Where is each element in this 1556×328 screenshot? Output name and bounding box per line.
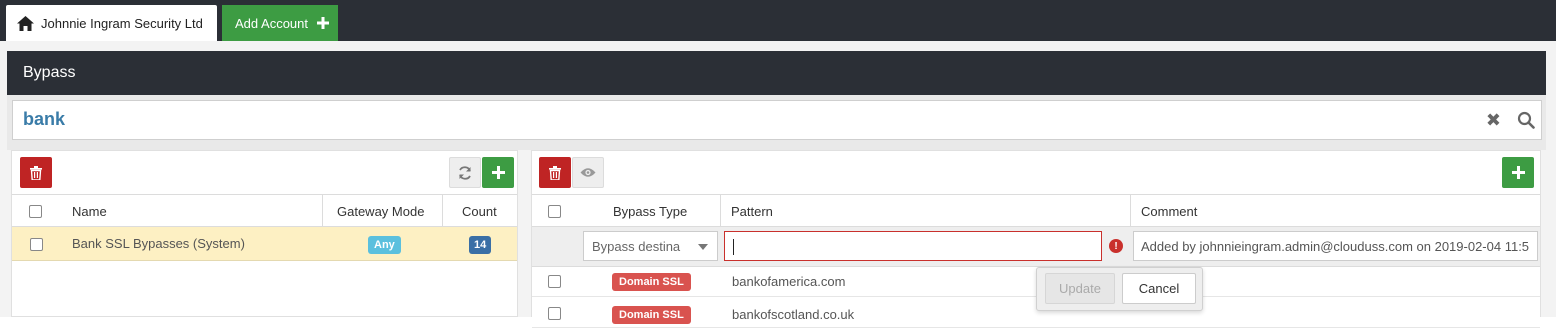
home-icon bbox=[17, 15, 34, 31]
comment-value: Added by johnnieingram.admin@clouduss.co… bbox=[1141, 239, 1530, 254]
edit-popover: Update Cancel bbox=[1036, 267, 1203, 311]
add-account-button[interactable]: Add Account bbox=[222, 5, 338, 41]
column-header-count[interactable]: Count bbox=[462, 195, 497, 228]
plus-icon bbox=[491, 166, 505, 179]
pattern-cell: bankofamerica.com bbox=[732, 274, 846, 289]
bypass-type-select[interactable]: Bypass destina bbox=[583, 231, 718, 261]
plus-icon bbox=[317, 17, 329, 29]
clear-icon[interactable]: ✖ bbox=[1486, 110, 1501, 131]
cancel-button[interactable]: Cancel bbox=[1122, 273, 1196, 304]
column-header-comment[interactable]: Comment bbox=[1141, 195, 1197, 228]
page-body: Bypass bank ✖ Name Gateway Mode Count Ba… bbox=[0, 41, 1556, 328]
refresh-icon bbox=[459, 165, 471, 180]
column-header-bypass-type[interactable]: Bypass Type bbox=[613, 195, 687, 228]
add-account-label: Add Account bbox=[235, 15, 308, 31]
select-all-checkbox-cell[interactable] bbox=[29, 195, 42, 228]
delete-entry-button[interactable] bbox=[539, 157, 571, 188]
column-header-name[interactable]: Name bbox=[72, 195, 107, 228]
view-button[interactable] bbox=[572, 157, 604, 188]
bypass-type-badge: Domain SSL bbox=[612, 273, 691, 291]
tab-account-label: Johnnie Ingram Security Ltd bbox=[41, 15, 203, 31]
text-caret bbox=[733, 239, 734, 255]
delete-list-button[interactable] bbox=[20, 157, 52, 188]
column-header-pattern[interactable]: Pattern bbox=[731, 195, 773, 228]
search-input[interactable]: bank ✖ bbox=[12, 100, 1542, 140]
section-header: Bypass bbox=[7, 51, 1546, 95]
tab-account-home[interactable]: Johnnie Ingram Security Ltd bbox=[6, 5, 217, 41]
edit-row: Bypass destina ! Added by johnnieingram.… bbox=[532, 227, 1540, 267]
error-icon: ! bbox=[1109, 239, 1123, 253]
top-bar: Johnnie Ingram Security Ltd Add Account bbox=[0, 0, 1556, 41]
add-list-button[interactable] bbox=[482, 157, 514, 188]
pattern-input[interactable] bbox=[724, 231, 1102, 261]
column-header-gateway-mode[interactable]: Gateway Mode bbox=[337, 195, 424, 228]
pattern-cell: bankofscotland.co.uk bbox=[732, 307, 855, 322]
select-all-entries-checkbox[interactable] bbox=[548, 205, 561, 218]
right-table-header: Bypass Type Pattern Comment bbox=[532, 194, 1540, 228]
dropdown-arrow-icon bbox=[698, 244, 708, 250]
add-entry-button[interactable] bbox=[1502, 157, 1534, 188]
row-checkbox[interactable] bbox=[30, 238, 43, 251]
count-badge: 14 bbox=[469, 236, 492, 254]
search-value: bank bbox=[23, 109, 66, 129]
table-row[interactable]: Bank SSL Bypasses (System) Any 14 bbox=[12, 227, 517, 261]
select-all-checkbox[interactable] bbox=[29, 205, 42, 218]
section-title: Bypass bbox=[23, 64, 76, 81]
trash-icon bbox=[30, 165, 42, 180]
bypass-type-badge: Domain SSL bbox=[612, 306, 691, 324]
select-all-entries-cell[interactable] bbox=[548, 195, 561, 228]
search-icon[interactable] bbox=[1517, 111, 1535, 129]
bypass-lists-panel: Name Gateway Mode Count Bank SSL Bypasse… bbox=[11, 150, 518, 317]
refresh-button[interactable] bbox=[449, 157, 481, 188]
update-button[interactable]: Update bbox=[1045, 273, 1115, 304]
row-checkbox[interactable] bbox=[548, 275, 561, 288]
plus-icon bbox=[1511, 166, 1525, 179]
row-checkbox[interactable] bbox=[548, 307, 561, 320]
trash-icon bbox=[549, 165, 561, 180]
gateway-mode-badge: Any bbox=[368, 236, 401, 254]
bypass-type-value: Bypass destina bbox=[592, 239, 681, 254]
eye-icon bbox=[580, 168, 596, 177]
comment-input[interactable]: Added by johnnieingram.admin@clouduss.co… bbox=[1133, 231, 1538, 261]
left-table-header: Name Gateway Mode Count bbox=[12, 194, 517, 228]
list-name: Bank SSL Bypasses (System) bbox=[72, 236, 245, 251]
search-bar: bank ✖ bbox=[7, 95, 1546, 150]
